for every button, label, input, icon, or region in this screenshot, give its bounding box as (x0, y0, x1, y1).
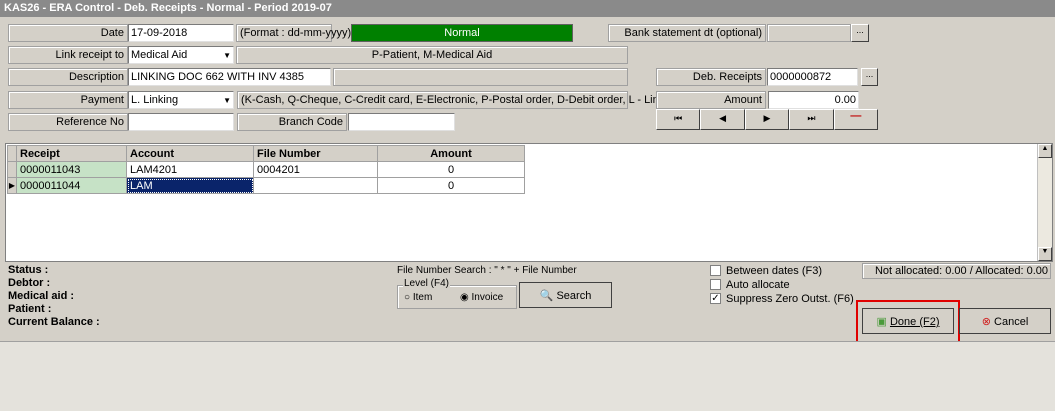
minus-icon: — (850, 110, 862, 122)
link-receipt-label: Link receipt to (8, 46, 128, 64)
level-groupbox: Level (F4) ○ Item ◉ Invoice (397, 278, 517, 309)
branch-code-label: Branch Code (237, 113, 347, 131)
cell-file-number[interactable] (253, 177, 378, 194)
cell-amount[interactable]: 0 (377, 177, 525, 194)
col-receipt[interactable]: Receipt (16, 145, 127, 162)
amount-label: Amount (656, 91, 766, 109)
scroll-up-button[interactable]: ▲ (1038, 144, 1052, 158)
radio-icon: ○ (404, 292, 411, 303)
description-input[interactable]: LINKING DOC 662 WITH INV 4385 (128, 68, 331, 86)
first-icon: ⏮ (674, 113, 683, 123)
window-title: KAS26 - ERA Control - Deb. Receipts - No… (0, 0, 1055, 17)
scroll-down-button[interactable]: ▼ (1038, 247, 1052, 261)
auto-allocate-label: Auto allocate (726, 279, 790, 291)
description-label: Description (8, 68, 128, 86)
suppress-zero-label: Suppress Zero Outst. (F6) (726, 293, 854, 305)
current-balance-label: Current Balance : (8, 316, 100, 328)
deb-receipts-input[interactable]: 0000000872 (767, 68, 858, 86)
table-row[interactable]: 0000011043 LAM4201 0004201 0 (7, 161, 525, 178)
date-format-hint: (Format : dd-mm-yyyy) (236, 24, 351, 42)
footer-area (0, 341, 1055, 411)
current-row-icon: ▶ (7, 177, 17, 194)
delete-record-button[interactable]: — (833, 109, 879, 130)
patient-label: Patient : (8, 303, 52, 315)
status-label: Status : (8, 264, 49, 276)
bank-statement-input[interactable] (767, 24, 851, 42)
allocation-summary: Not allocated: 0.00 / Allocated: 0.00 (862, 263, 1051, 279)
auto-allocate-checkbox[interactable]: Auto allocate (710, 279, 790, 291)
between-dates-label: Between dates (F3) (726, 265, 822, 277)
cancel-icon: ⊗ (981, 316, 991, 328)
cancel-button[interactable]: ⊗ Cancel (959, 308, 1051, 334)
last-record-button[interactable]: ⏭ (789, 109, 834, 130)
payment-label: Payment (8, 91, 128, 109)
checkbox-icon (710, 279, 721, 290)
date-label: Date (8, 24, 128, 42)
receipts-grid: Receipt Account File Number Amount 00000… (5, 143, 1053, 262)
next-icon: ▶ (763, 113, 771, 123)
reference-input[interactable] (128, 113, 234, 131)
debtor-label: Debtor : (8, 277, 51, 289)
level-item-radio[interactable]: ○ Item (404, 292, 432, 303)
deb-receipts-lookup-button[interactable]: ... (861, 68, 878, 86)
search-button[interactable]: 🔍 Search (519, 282, 612, 308)
cell-account[interactable]: LAM4201 (126, 161, 254, 178)
invoice-label: Invoice (471, 292, 504, 303)
search-icon: 🔍 (539, 290, 554, 302)
col-account[interactable]: Account (126, 145, 254, 162)
col-amount[interactable]: Amount (377, 145, 525, 162)
table-row[interactable]: ▶ 0000011044 LAM 0 (7, 177, 525, 194)
amount-input[interactable]: 0.00 (768, 91, 859, 109)
medical-aid-label: Medical aid : (8, 290, 75, 302)
payment-select[interactable]: L. Linking ▼ (128, 91, 234, 109)
col-file-number[interactable]: File Number (253, 145, 378, 162)
cell-receipt[interactable]: 0000011043 (16, 161, 127, 178)
level-invoice-radio[interactable]: ◉ Invoice (460, 292, 503, 303)
payment-value: L. Linking (131, 94, 179, 106)
cell-account[interactable]: LAM (126, 177, 254, 194)
prev-icon: ◀ (719, 113, 727, 123)
chevron-down-icon: ▼ (223, 96, 231, 105)
link-receipt-value: Medical Aid (131, 49, 188, 61)
payment-hint: (K-Cash, Q-Cheque, C-Credit card, E-Elec… (237, 91, 683, 109)
date-input[interactable]: 17-09-2018 (128, 24, 234, 42)
link-hint: P-Patient, M-Medical Aid (236, 46, 628, 64)
item-label: Item (412, 292, 433, 303)
branch-code-input[interactable] (348, 113, 455, 131)
link-receipt-select[interactable]: Medical Aid ▼ (128, 46, 234, 64)
cell-amount[interactable]: 0 (377, 161, 525, 178)
checkbox-icon (710, 265, 721, 276)
prev-record-button[interactable]: ◀ (700, 109, 745, 130)
deb-receipts-label: Deb. Receipts (656, 68, 766, 86)
file-search-hint: File Number Search : " * " + File Number (397, 265, 577, 276)
between-dates-checkbox[interactable]: Between dates (F3) (710, 265, 822, 277)
record-navigator: ⏮ ◀ ▶ ⏭ — (656, 109, 879, 130)
description-extra (333, 68, 628, 86)
next-record-button[interactable]: ▶ (744, 109, 790, 130)
cell-file-number[interactable]: 0004201 (253, 161, 378, 178)
vertical-scrollbar[interactable]: ▲ ▼ (1037, 144, 1052, 261)
radio-selected-icon: ◉ (460, 292, 469, 303)
row-indicator-header (7, 145, 17, 162)
level-label: Level (F4) (403, 278, 451, 289)
checkmark-icon: ✓ (710, 293, 721, 304)
bank-statement-label: Bank statement dt (optional) (608, 24, 766, 42)
reference-label: Reference No (8, 113, 128, 131)
search-button-label: Search (556, 290, 592, 302)
first-record-button[interactable]: ⏮ (656, 109, 701, 130)
bank-date-picker-button[interactable]: ... (851, 24, 869, 42)
cell-receipt[interactable]: 0000011044 (16, 177, 127, 194)
suppress-zero-checkbox[interactable]: ✓ Suppress Zero Outst. (F6) (710, 293, 854, 305)
last-icon: ⏭ (807, 113, 816, 123)
mode-indicator: Normal (351, 24, 573, 42)
chevron-down-icon: ▼ (223, 51, 231, 60)
cancel-label: Cancel (994, 316, 1029, 328)
highlight-box (856, 300, 960, 343)
